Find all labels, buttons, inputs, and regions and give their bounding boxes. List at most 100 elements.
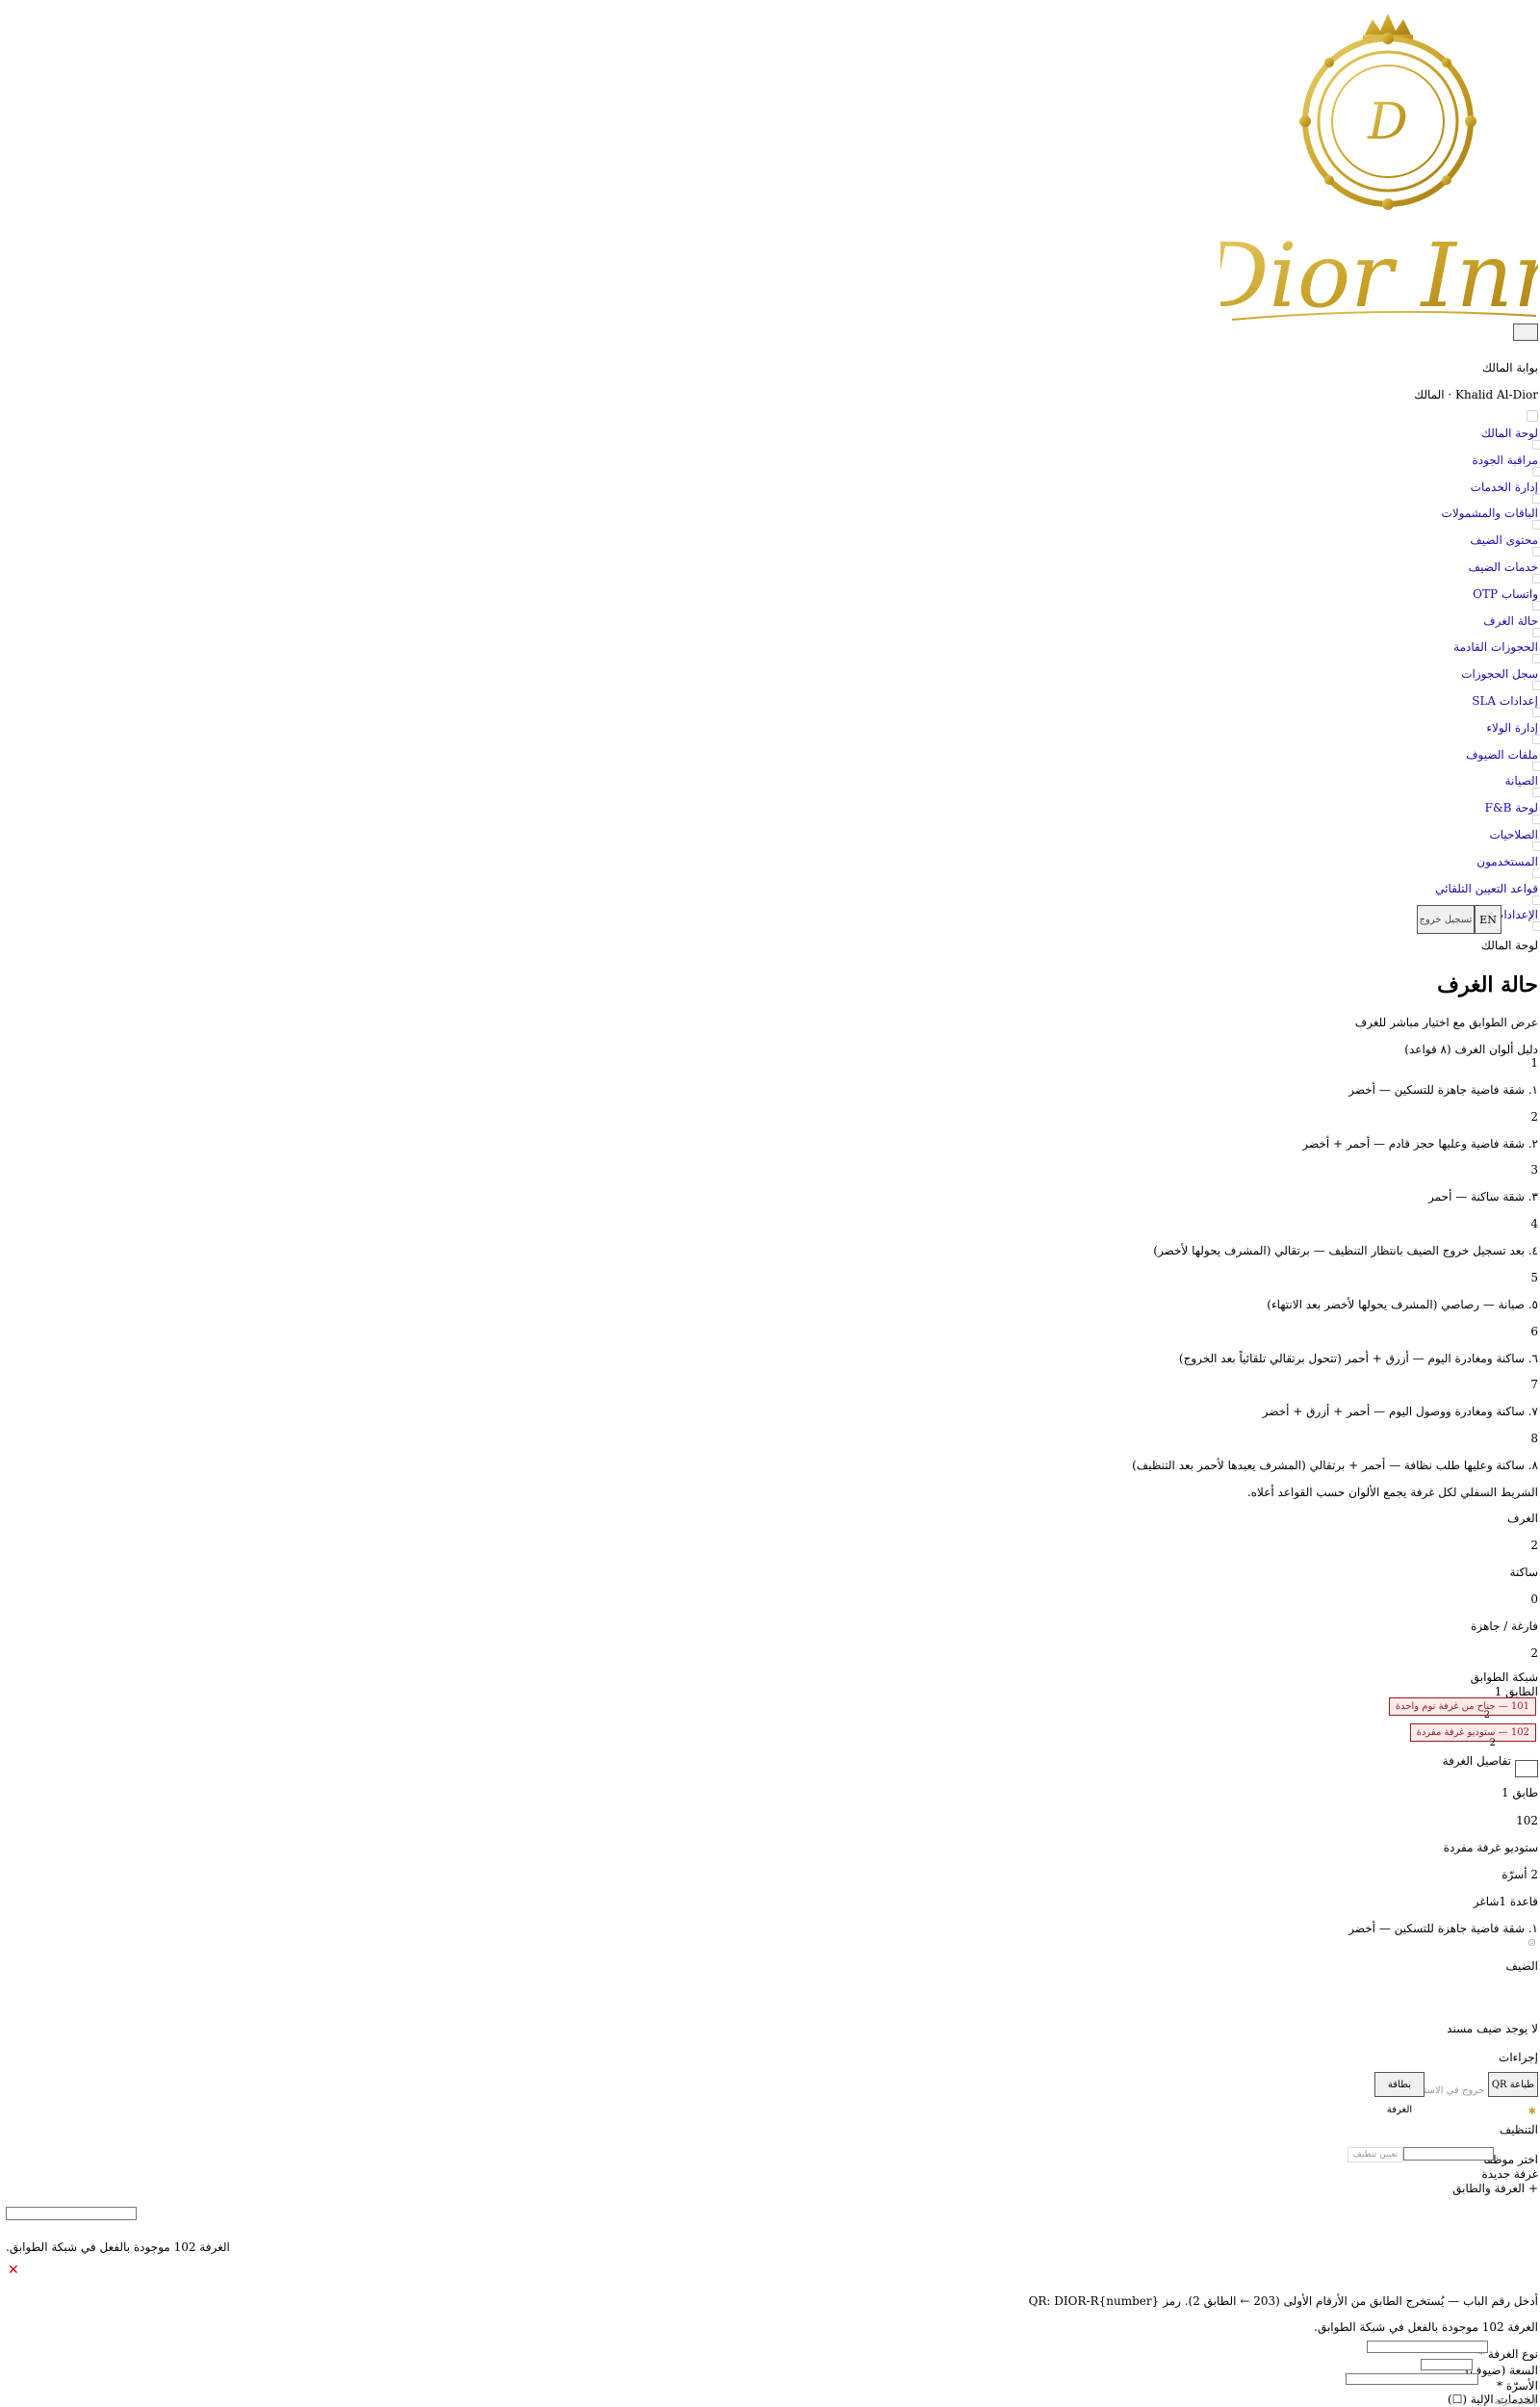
legend-rule-number: 1: [1530, 1056, 1538, 1070]
error-close-icon[interactable]: ✕: [8, 2263, 19, 2278]
staff-select[interactable]: [1403, 2147, 1494, 2161]
profiles-icon: [1532, 761, 1540, 771]
whatsapp-icon: [1532, 600, 1540, 610]
legend-rule-text: ٥. صيانة — رصاصي (المشرف يحولها لأخضر بع…: [1267, 1297, 1538, 1311]
room-detail-title: تفاصيل الغرفة: [1442, 1754, 1511, 1768]
sidebar-item[interactable]: خدمات الضيف: [1469, 560, 1540, 583]
legend-rule-number: 4: [1530, 1217, 1538, 1231]
legend-rule-text: ٨. ساكنة وعليها طلب نظافة — أحمر + برتقا…: [1132, 1458, 1538, 1472]
print-qr-label: طباعة QR: [1491, 2080, 1535, 2090]
sidebar-item[interactable]: لوحة F&B: [1485, 801, 1540, 825]
room-chip-label: 102 — ستوديو غرفة مفردة: [1416, 1727, 1529, 1738]
room-rule-text: ١. شقة فاضية جاهزة للتسكين — أخضر: [1348, 1922, 1538, 1935]
room-status-row: قاعدة 1شاغر: [1474, 1895, 1538, 1908]
capacity-input[interactable]: [1421, 2359, 1473, 2370]
stat-label: فارغة / جاهزة: [1471, 1619, 1538, 1633]
lang-switch-button[interactable]: EN: [1475, 905, 1502, 934]
sidebar-item-label: الصيانة: [1504, 774, 1538, 789]
logout-button[interactable]: تسجيل خروج: [1417, 905, 1475, 934]
actions-heading: إجراءات: [1499, 2051, 1538, 2064]
floor-room-count: 2: [1489, 1738, 1496, 1748]
legend-rule-text: ٧. ساكنة ومغادرة ووصول اليوم — أحمر + أز…: [1262, 1405, 1538, 1419]
breadcrumb: لوحة المالك: [1481, 939, 1538, 952]
sidebar-item[interactable]: قواعد التعيين التلقائي: [1435, 882, 1540, 905]
add-room-button[interactable]: إضافة غرفة: [1494, 2397, 1536, 2407]
sidebar-item[interactable]: مراقبة الجودة: [1472, 453, 1540, 477]
guest-services-icon: [1532, 574, 1540, 583]
sidebar-item-label: لوحة المالك: [1481, 427, 1538, 440]
sidebar-item[interactable]: إدارة الخدمات: [1471, 480, 1540, 504]
sidebar-item[interactable]: حالة الغرف: [1483, 613, 1540, 637]
user-line: Khalid Al-Dior · المالك: [1414, 388, 1538, 401]
add-room-floor-link[interactable]: + الغرفة والطابق: [1452, 2182, 1538, 2195]
room-chip-101[interactable]: 101 — جناح من غرفة نوم واحدة: [1388, 1697, 1536, 1716]
sidebar-item-label: ملفات الضيوف: [1466, 747, 1538, 762]
sidebar-item[interactable]: المستخدمون: [1476, 854, 1540, 878]
sidebar-item[interactable]: واتساب OTP: [1473, 587, 1540, 610]
sidebar-item[interactable]: إدارة الولاء: [1486, 721, 1540, 744]
brand-logo: D Dior Inn: [1196, 6, 1540, 327]
no-guest-text: لا يوجد ضيف مسند: [1447, 2022, 1538, 2035]
sidebar-item-label: الحجوزات القادمة: [1453, 640, 1538, 655]
legend-rule-number: 3: [1530, 1163, 1538, 1178]
close-detail-button[interactable]: [1515, 1760, 1538, 1777]
sidebar-item-label: مراقبة الجودة: [1472, 453, 1538, 467]
legend-rule-number: 2: [1530, 1109, 1538, 1124]
sidebar-item-label: المستخدمون: [1476, 854, 1538, 868]
page-subtitle: عرض الطوابق مع اختيار مباشر للغرف: [1354, 1016, 1538, 1029]
new-room-error: الغرفة 102 موجودة بالفعل في شبكة الطوابق…: [6, 2240, 230, 2254]
sidebar-item[interactable]: سجل الحجوزات: [1461, 667, 1540, 691]
legend-rule-text: ١. شقة فاضية جاهزة للتسكين — أخضر: [1348, 1083, 1538, 1097]
sidebar-item[interactable]: إعدادات SLA: [1472, 694, 1540, 717]
legend-rule-text: ٤. بعد تسجيل خروج الضيف بانتظار التنظيف …: [1153, 1244, 1538, 1258]
maintenance-icon: [1532, 788, 1540, 798]
sidebar-item[interactable]: لوحة المالك: [1481, 427, 1540, 450]
fnb-icon: [1532, 815, 1540, 825]
beds-label: الأسرّة *: [1497, 2379, 1538, 2393]
sidebar-item[interactable]: ملفات الضيوف: [1466, 747, 1540, 771]
new-room-heading: غرفة جديدة: [1481, 2167, 1538, 2181]
history-icon: [1532, 681, 1540, 691]
assign-cleaning-button[interactable]: تعيين تنظيف: [1348, 2147, 1403, 2162]
beds-input[interactable]: [1346, 2373, 1478, 2385]
new-room-door-input[interactable]: [6, 2207, 137, 2220]
assign-cleaning-label: تعيين تنظيف: [1352, 2150, 1399, 2160]
stat-value: 2: [1530, 1646, 1538, 1660]
sidebar-item-label: سجل الحجوزات: [1461, 667, 1538, 682]
legend-rule-text: ٦. ساكنة ومغادرة اليوم — أزرق + أحمر (تت…: [1178, 1351, 1538, 1365]
legend-rule-text: ٢. شقة فاضية وعليها حجز قادم — أحمر + أخ…: [1302, 1136, 1538, 1151]
stat-label: ساكنة: [1509, 1566, 1538, 1579]
rules-icon: [1532, 894, 1540, 905]
room-card-button[interactable]: بطاقة الغرفة: [1374, 2072, 1424, 2115]
user-avatar-icon: [1527, 410, 1538, 422]
print-qr-button[interactable]: طباعة QR: [1488, 2072, 1538, 2097]
sidebar-item-label: حالة الغرف: [1483, 613, 1538, 628]
stat-value: 2: [1530, 1539, 1538, 1552]
legend-rule-number: 8: [1530, 1431, 1538, 1445]
legend-title: دليل ألوان الغرف (٨ قواعد): [1404, 1043, 1538, 1056]
room-exists-text: الغرفة 102 موجودة بالفعل في شبكة الطوابق…: [1314, 2320, 1538, 2334]
sidebar-item-label: الصلاحيات: [1489, 828, 1538, 841]
floor-label: الطابق 1: [1494, 1685, 1538, 1698]
room-chip-102[interactable]: 102 — ستوديو غرفة مفردة: [1409, 1723, 1536, 1742]
room-type: ستوديو غرفة مفردة: [1443, 1841, 1538, 1854]
sidebar-item[interactable]: الحجوزات القادمة: [1453, 640, 1540, 664]
legend-rule-number: 7: [1530, 1378, 1538, 1392]
legend-rule-number: 6: [1530, 1324, 1538, 1338]
services-icon: [1532, 493, 1540, 504]
sidebar-item[interactable]: الصيانة: [1504, 774, 1540, 798]
legend-note: الشريط السفلي لكل غرفة يجمع الألوان حسب …: [1246, 1486, 1538, 1499]
room-status: شاغر: [1473, 1895, 1500, 1908]
floor-grid-title: شبكة الطوابق: [1470, 1670, 1538, 1684]
sidebar-item[interactable]: الصلاحيات: [1489, 828, 1540, 851]
room-type-input[interactable]: [1367, 2341, 1488, 2353]
package-icon: [1532, 520, 1540, 531]
page-title: حالة الغرف: [1437, 972, 1538, 997]
room-card-label: بطاقة الغرفة: [1386, 2080, 1413, 2115]
settings-icon: [1532, 921, 1540, 932]
sidebar-item[interactable]: الباقات والمشمولات: [1442, 506, 1540, 531]
sidebar-toggle-button[interactable]: [1513, 324, 1538, 341]
room-rule: قاعدة 1: [1499, 1895, 1538, 1908]
content-icon: [1532, 547, 1540, 557]
sidebar-item[interactable]: محتوى الضيف: [1470, 533, 1540, 557]
